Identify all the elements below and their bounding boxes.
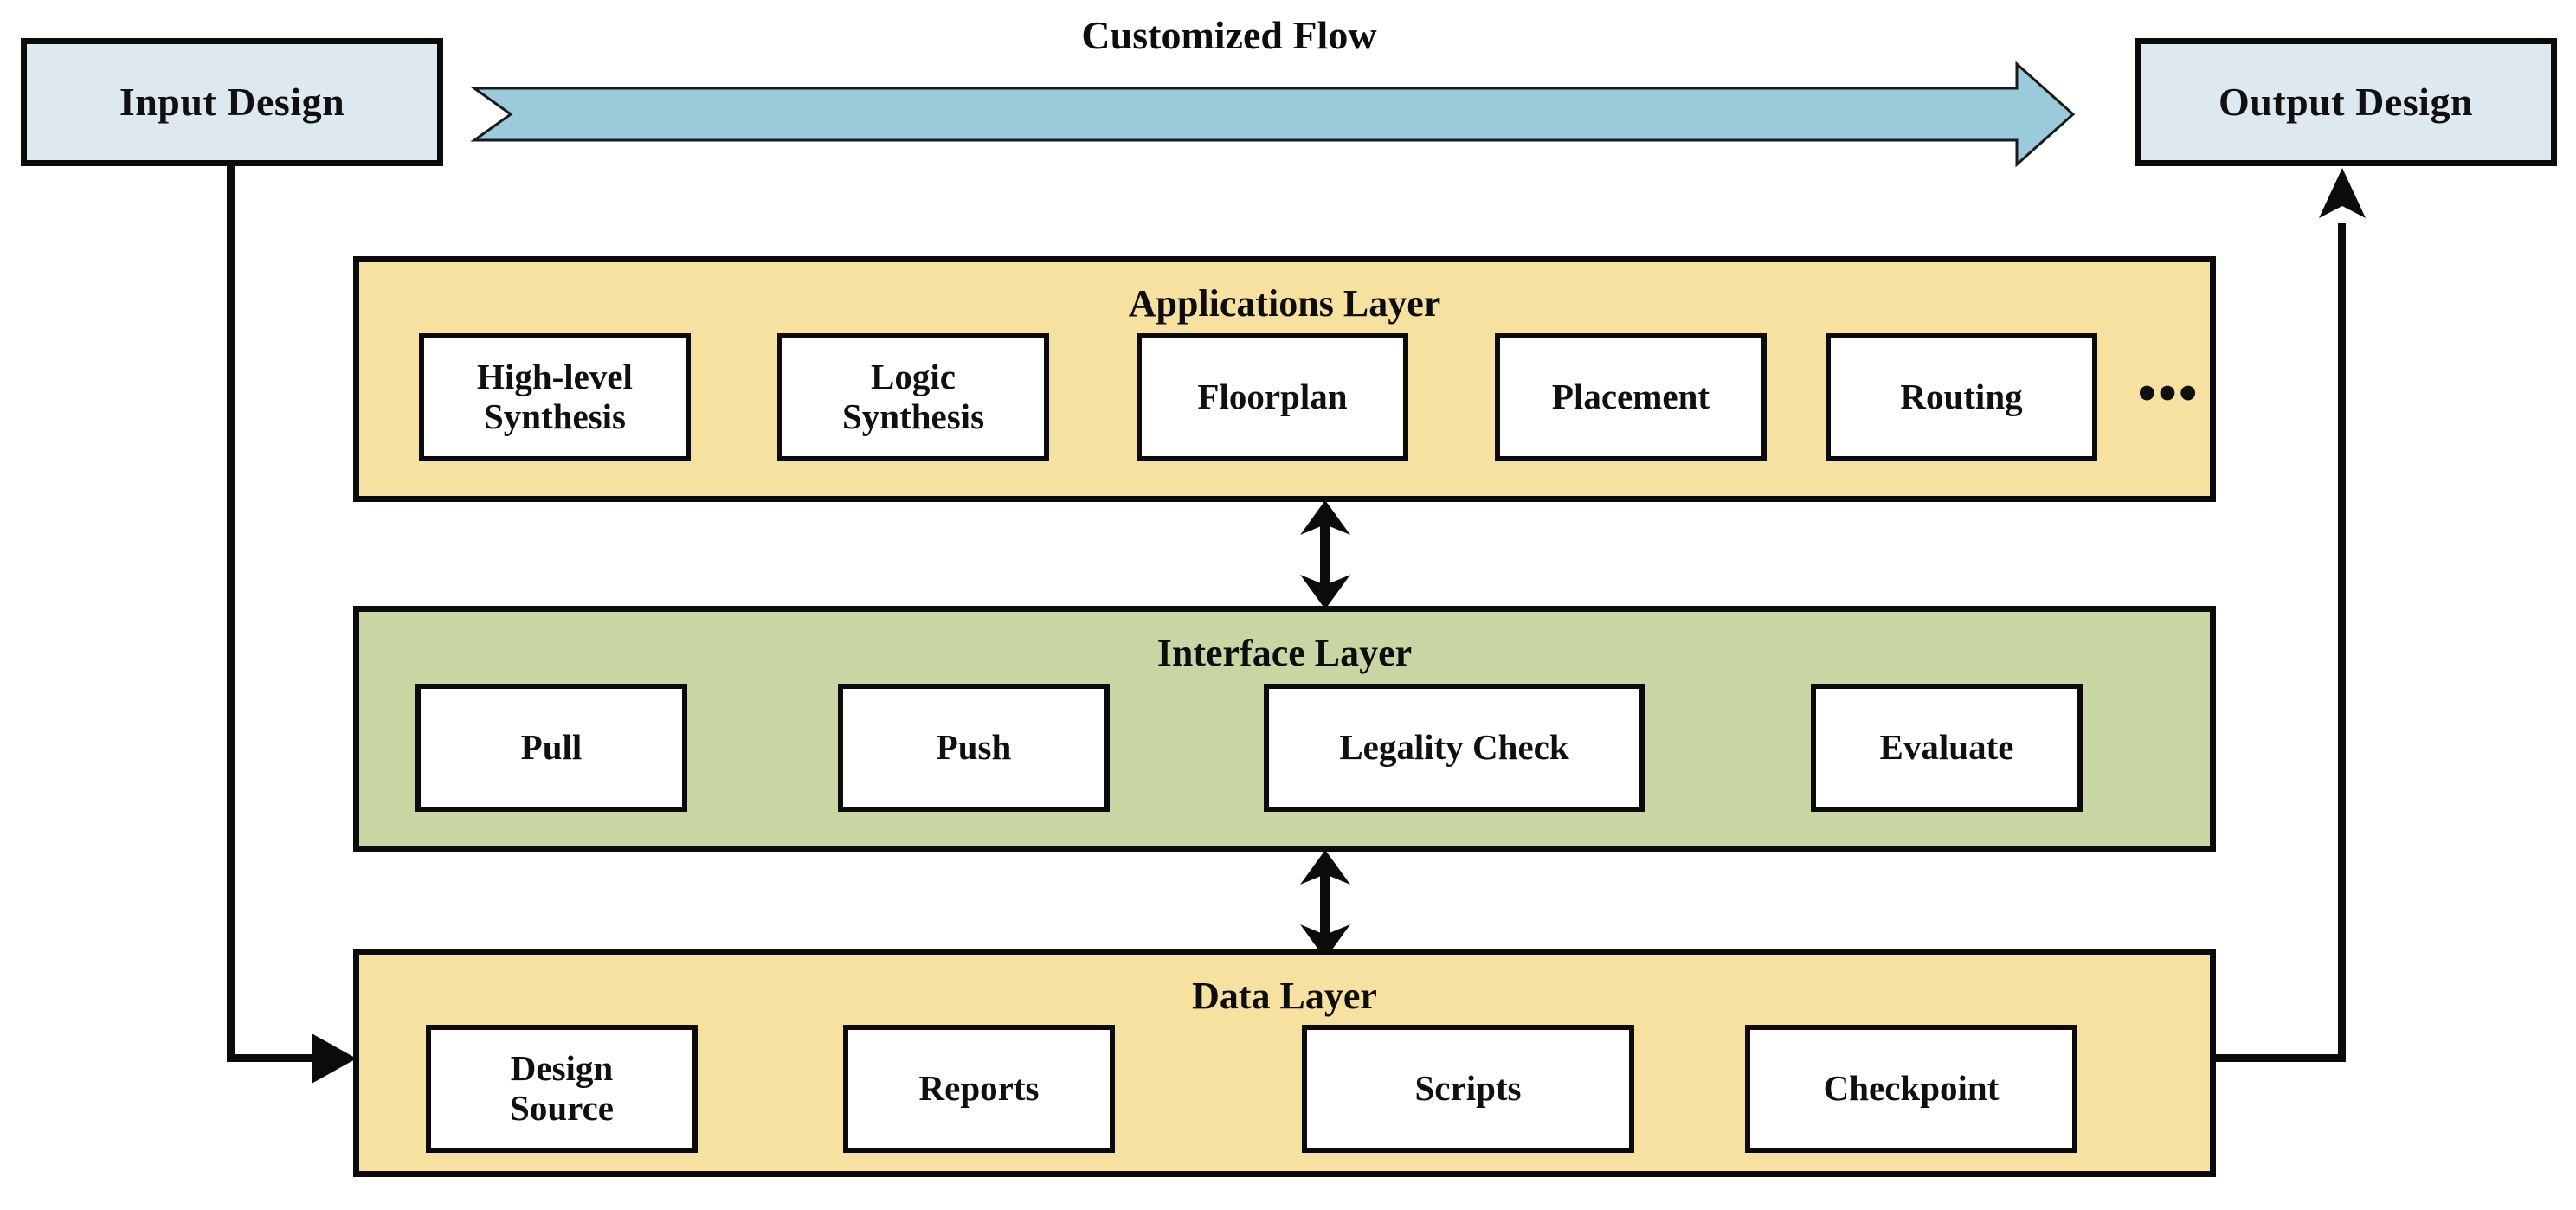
module-label: Placement bbox=[1551, 377, 1710, 417]
data-layer-title: Data Layer bbox=[1192, 975, 1377, 1017]
module-label-line1: High-level bbox=[477, 357, 633, 397]
arrowhead-up-icon bbox=[2319, 168, 2366, 218]
interface-layer-title: Interface Layer bbox=[1156, 632, 1413, 674]
output-connector-horizontal-segment bbox=[2209, 1054, 2346, 1062]
module-label-line2: Synthesis bbox=[841, 396, 985, 436]
module-placement[interactable]: Placement bbox=[1495, 333, 1767, 461]
right-arrow-icon bbox=[470, 61, 2076, 168]
diagram-canvas: Customized Flow Input Design Output Desi… bbox=[0, 0, 2576, 1210]
module-label: Pull bbox=[520, 727, 583, 768]
module-high-level-synthesis[interactable]: High-level Synthesis bbox=[419, 333, 691, 461]
module-routing[interactable]: Routing bbox=[1826, 333, 2097, 461]
output-design-box[interactable]: Output Design bbox=[2135, 38, 2557, 166]
module-push[interactable]: Push bbox=[838, 684, 1110, 812]
module-label: Logic Synthesis bbox=[842, 357, 984, 437]
module-reports[interactable]: Reports bbox=[843, 1025, 1115, 1153]
input-connector-horizontal-segment bbox=[227, 1054, 322, 1062]
module-label: Floorplan bbox=[1197, 377, 1348, 417]
module-legality-check[interactable]: Legality Check bbox=[1264, 684, 1645, 812]
module-label: Legality Check bbox=[1339, 727, 1569, 768]
arrowhead-right-icon bbox=[312, 1033, 357, 1084]
module-label: Reports bbox=[918, 1068, 1040, 1109]
module-label-line2: Source bbox=[510, 1088, 614, 1128]
module-checkpoint[interactable]: Checkpoint bbox=[1745, 1025, 2077, 1153]
module-label-line2: Synthesis bbox=[483, 396, 627, 436]
connector-apps-interface bbox=[1291, 500, 1359, 609]
module-label: Scripts bbox=[1414, 1068, 1522, 1109]
input-design-box[interactable]: Input Design bbox=[21, 38, 443, 166]
customized-flow-arrow bbox=[467, 54, 2086, 175]
connector-interface-data bbox=[1291, 850, 1359, 959]
input-design-label: Input Design bbox=[119, 79, 345, 124]
module-label-line1: Design bbox=[510, 1048, 614, 1089]
module-label: Checkpoint bbox=[1823, 1068, 2000, 1109]
module-label: Design Source bbox=[510, 1048, 614, 1129]
output-design-label: Output Design bbox=[2218, 79, 2474, 124]
applications-layer-title: Applications Layer bbox=[1128, 282, 1441, 325]
module-design-source[interactable]: Design Source bbox=[426, 1025, 698, 1153]
module-evaluate[interactable]: Evaluate bbox=[1811, 684, 2083, 812]
module-label: Evaluate bbox=[1879, 727, 2014, 768]
module-label: High-level Synthesis bbox=[477, 357, 633, 437]
output-connector-arrowhead bbox=[2315, 168, 2369, 230]
module-label: Routing bbox=[1900, 377, 2023, 417]
module-label-line1: Logic bbox=[871, 357, 956, 397]
module-label: Push bbox=[936, 727, 1012, 768]
customized-flow-caption: Customized Flow bbox=[1081, 13, 1377, 57]
module-floorplan[interactable]: Floorplan bbox=[1137, 333, 1408, 461]
applications-more-ellipsis: ••• bbox=[2137, 364, 2199, 423]
module-logic-synthesis[interactable]: Logic Synthesis bbox=[777, 333, 1049, 461]
module-scripts[interactable]: Scripts bbox=[1302, 1025, 1634, 1153]
output-connector-vertical-segment bbox=[2338, 223, 2346, 1059]
input-connector-vertical-segment bbox=[227, 166, 235, 1062]
module-pull[interactable]: Pull bbox=[415, 684, 687, 812]
